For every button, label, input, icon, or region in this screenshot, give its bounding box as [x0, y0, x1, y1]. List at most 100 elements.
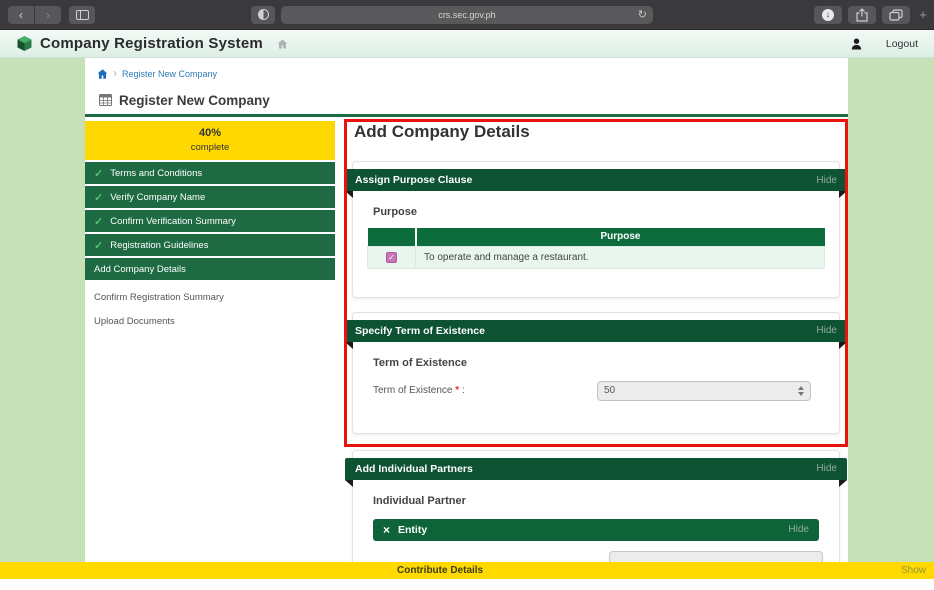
reload-icon[interactable]: ↻ [638, 10, 647, 20]
hide-link[interactable]: Hide [816, 463, 837, 474]
sidebar-toggle-icon [76, 10, 89, 20]
assign-purpose-clause-panel: Assign Purpose Clause Hide Purpose Purpo… [352, 161, 840, 298]
tab-overview-button[interactable] [882, 6, 910, 24]
sidebar-item-terms-and-conditions[interactable]: ✓ Terms and Conditions [85, 162, 335, 184]
hide-link[interactable]: Hide [816, 325, 837, 336]
contrast-icon [258, 9, 269, 20]
breadcrumb-link[interactable]: Register New Company [122, 69, 217, 79]
sidebar-item-label: Confirm Verification Summary [110, 216, 236, 227]
page-background: › Register New Company Register New Comp… [0, 58, 934, 562]
sidebar-item-label: Terms and Conditions [110, 168, 202, 179]
sidebar-item-label: Registration Guidelines [110, 240, 208, 251]
progress-indicator: 40% complete [85, 121, 335, 160]
user-icon[interactable] [851, 38, 862, 50]
purpose-cell-text: To operate and manage a restaurant. [416, 246, 825, 268]
app-logo-icon [16, 35, 33, 52]
sidebar-item-confirm-verification-summary[interactable]: ✓ Confirm Verification Summary [85, 210, 335, 232]
table-row: ✓ To operate and manage a restaurant. [368, 246, 825, 268]
check-icon: ✓ [94, 215, 103, 228]
logout-link[interactable]: Logout [886, 38, 918, 50]
purpose-table-header: Purpose [416, 228, 825, 246]
panel-title: Specify Term of Existence [355, 325, 485, 337]
hide-link[interactable]: Hide [788, 524, 809, 535]
new-tab-button[interactable]: + [916, 7, 930, 22]
share-icon [856, 8, 868, 22]
main-heading: Add Company Details [354, 121, 848, 143]
title-divider [85, 114, 848, 117]
entity-title: Entity [398, 524, 427, 536]
app-title: Company Registration System [40, 35, 263, 52]
browser-chrome: ‹ › crs.sec.gov.ph ↻ ↓ + [0, 0, 934, 30]
content-area: › Register New Company Register New Comp… [85, 58, 848, 562]
sidebar-item-verify-company-name[interactable]: ✓ Verify Company Name [85, 186, 335, 208]
required-asterisk: * [455, 385, 459, 396]
steps-sidebar: 40% complete ✓ Terms and Conditions ✓ Ve… [85, 121, 335, 562]
check-icon: ✓ [94, 239, 103, 252]
back-icon: ‹ [19, 8, 23, 22]
tabs-icon [889, 9, 903, 21]
ribbon-fold-right [839, 191, 847, 198]
ribbon-fold-left [345, 480, 353, 487]
purpose-table: Purpose ✓ To operate and manage a restau… [367, 228, 825, 269]
sidebar-item-label: Confirm Registration Summary [94, 292, 224, 303]
progress-caption: complete [85, 142, 335, 153]
select-stepper-icon [798, 386, 804, 396]
term-of-existence-label: Term of Existence * : [373, 385, 597, 396]
register-grid-icon [99, 94, 112, 106]
purpose-table-checkbox-column [368, 228, 416, 246]
forward-icon: › [46, 8, 50, 22]
entity-header: × Entity Hide [373, 519, 819, 541]
app-header: Company Registration System Logout [0, 30, 934, 58]
select-value: 50 [604, 385, 615, 396]
progress-percent: 40% [85, 127, 335, 139]
ribbon-fold-right [839, 480, 847, 487]
breadcrumb: › Register New Company [97, 68, 848, 79]
assign-purpose-clause-header: Assign Purpose Clause Hide [345, 169, 847, 191]
ribbon-fold-left [345, 342, 353, 349]
sidebar-toggle-button[interactable] [69, 6, 95, 24]
contribute-details-label: Contribute Details [397, 565, 483, 576]
individual-partner-section-label: Individual Partner [373, 495, 825, 507]
ribbon-fold-left [345, 191, 353, 198]
purpose-checkbox[interactable]: ✓ [386, 252, 397, 263]
term-of-existence-select[interactable]: 50 [597, 381, 811, 401]
check-icon: ✓ [94, 191, 103, 204]
downloads-button[interactable]: ↓ [814, 6, 842, 24]
sidebar-item-registration-guidelines[interactable]: ✓ Registration Guidelines [85, 234, 335, 256]
entity-input[interactable] [609, 551, 823, 563]
panel-title: Assign Purpose Clause [355, 174, 472, 186]
term-section-label: Term of Existence [373, 357, 825, 369]
add-individual-partners-panel: Add Individual Partners Hide Individual … [352, 450, 840, 563]
forward-button[interactable]: › [35, 6, 61, 24]
main-content: Add Company Details Assign Purpose Claus… [352, 121, 848, 562]
entity-field-row [367, 551, 825, 563]
back-button[interactable]: ‹ [8, 6, 34, 24]
ribbon-fold-right [839, 342, 847, 349]
privacy-report-button[interactable] [251, 6, 275, 24]
download-icon: ↓ [822, 9, 834, 21]
sidebar-item-upload-documents[interactable]: Upload Documents [85, 315, 335, 328]
share-button[interactable] [848, 6, 876, 24]
page-title: Register New Company [99, 92, 848, 108]
specify-term-of-existence-header: Specify Term of Existence Hide [345, 320, 847, 342]
show-link[interactable]: Show [901, 565, 934, 576]
specify-term-of-existence-panel: Specify Term of Existence Hide Term of E… [352, 312, 840, 434]
contribute-details-bar: Contribute Details Show [0, 562, 934, 579]
panel-title: Add Individual Partners [355, 463, 473, 475]
address-bar[interactable]: crs.sec.gov.ph ↻ [281, 6, 653, 24]
check-icon: ✓ [94, 167, 103, 180]
close-icon[interactable]: × [383, 523, 390, 537]
sidebar-item-label: Verify Company Name [110, 192, 205, 203]
home-icon[interactable] [277, 39, 288, 49]
page-title-text: Register New Company [119, 93, 270, 108]
sidebar-item-confirm-registration-summary[interactable]: Confirm Registration Summary [85, 291, 335, 304]
breadcrumb-home-icon[interactable] [97, 69, 108, 79]
term-of-existence-field-row: Term of Existence * : 50 [373, 381, 825, 401]
sidebar-item-label: Upload Documents [94, 316, 175, 327]
breadcrumb-separator-icon: › [113, 69, 117, 78]
url-text: crs.sec.gov.ph [438, 10, 495, 20]
sidebar-item-add-company-details[interactable]: Add Company Details [85, 258, 335, 280]
sidebar-item-label: Add Company Details [94, 264, 186, 275]
hide-link[interactable]: Hide [816, 175, 837, 186]
purpose-section-label: Purpose [373, 206, 825, 218]
